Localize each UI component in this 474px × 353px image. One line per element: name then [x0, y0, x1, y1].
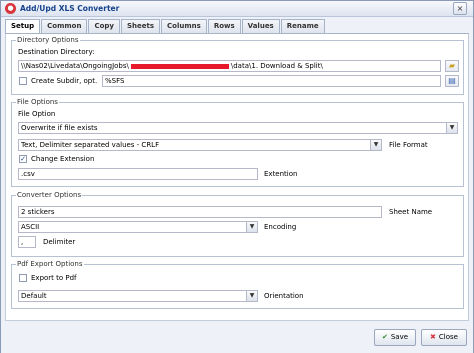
tab-setup[interactable]: Setup — [5, 19, 41, 34]
window-title: Add/Upd XLS Converter — [20, 4, 120, 13]
export-to-pdf-checkbox[interactable] — [19, 274, 27, 282]
change-extension-checkbox[interactable]: ✓ — [19, 155, 27, 163]
close-icon: ✖ — [430, 333, 436, 341]
file-format-select[interactable]: Text, Delimiter separated values - CRLF … — [18, 139, 382, 151]
chevron-down-icon[interactable]: ▼ — [370, 140, 381, 150]
tab-rename[interactable]: Rename — [280, 19, 325, 33]
pdf-export-options-legend: Pdf Export Options — [16, 260, 84, 268]
tab-sheets[interactable]: Sheets — [121, 19, 161, 33]
encoding-label: Encoding — [264, 223, 297, 231]
orientation-label: Orientation — [264, 292, 304, 300]
tab-common[interactable]: Common — [41, 19, 88, 33]
file-format-label: File Format — [389, 141, 428, 149]
destination-directory-label: Destination Directory: — [18, 48, 95, 56]
sheet-name-label: Sheet Name — [389, 208, 433, 216]
close-button[interactable]: ✖ Close — [421, 329, 467, 346]
chevron-down-icon[interactable]: ▼ — [246, 291, 257, 301]
destination-directory-input[interactable]: \\Nas02\Livedata\OngoingJobs\ \data\1. Do… — [18, 60, 441, 72]
file-option-value: Overwrite if file exists — [21, 124, 98, 132]
subdir-input[interactable]: %SFS — [102, 75, 441, 87]
change-extension-label: Change Extension — [31, 155, 95, 163]
tab-copy[interactable]: Copy — [88, 19, 120, 33]
converter-options-group: Converter Options 2 stickers Sheet Name … — [11, 191, 464, 257]
extension-input[interactable]: .csv — [18, 168, 258, 180]
checkmark-icon: ✔ — [381, 333, 388, 341]
file-options-legend: File Options — [16, 98, 59, 106]
close-button-label: Close — [438, 333, 458, 341]
encoding-select[interactable]: ASCII ▼ — [18, 221, 258, 233]
orientation-select[interactable]: Default ▼ — [18, 290, 258, 302]
tab-columns[interactable]: Columns — [161, 19, 207, 33]
save-button-label: Save — [390, 333, 409, 341]
tab-bar: Setup Common Copy Sheets Columns Rows Va… — [5, 19, 326, 34]
sheet-name-input[interactable]: 2 stickers — [18, 206, 382, 218]
app-logo-icon: ● — [5, 3, 16, 14]
destination-path-prefix: \\Nas02\Livedata\OngoingJobs\ — [21, 62, 129, 70]
file-options-group: File Options File Option Overwrite if fi… — [11, 98, 464, 187]
file-option-select[interactable]: Overwrite if file exists ▼ — [18, 122, 458, 134]
orientation-value: Default — [21, 292, 47, 300]
file-option-label: File Option — [18, 110, 56, 118]
field-picker-icon[interactable]: ▤ — [445, 75, 459, 87]
extension-label: Extention — [264, 170, 298, 178]
tab-values[interactable]: Values — [241, 19, 280, 33]
converter-options-legend: Converter Options — [16, 191, 83, 199]
redaction-mark — [130, 63, 229, 69]
save-button[interactable]: ✔ Save — [374, 329, 416, 346]
export-to-pdf-label: Export to Pdf — [31, 274, 77, 282]
directory-options-group: Directory Options Destination Directory:… — [11, 36, 464, 95]
destination-path-suffix: \data\1. Download & Split\ — [230, 62, 323, 70]
converter-window: ● Add/Upd XLS Converter × Setup Common C… — [0, 0, 474, 353]
window-close-icon[interactable]: × — [453, 2, 467, 15]
title-bar: ● Add/Upd XLS Converter × — [1, 1, 473, 17]
delimiter-label: Delimiter — [43, 238, 76, 246]
encoding-value: ASCII — [21, 223, 40, 231]
tab-rows[interactable]: Rows — [207, 19, 241, 33]
dialog-footer: ✔ Save ✖ Close — [1, 323, 473, 353]
delimiter-input[interactable]: , — [18, 236, 36, 248]
browse-folder-icon[interactable]: ▰ — [445, 60, 459, 72]
directory-options-legend: Directory Options — [16, 36, 80, 44]
pdf-export-options-group: Pdf Export Options Export to Pdf Default… — [11, 260, 464, 309]
create-subdir-label: Create Subdir, opt. — [31, 77, 98, 85]
file-format-value: Text, Delimiter separated values - CRLF — [21, 141, 160, 149]
create-subdir-checkbox[interactable] — [19, 77, 27, 85]
chevron-down-icon[interactable]: ▼ — [246, 222, 257, 232]
setup-panel: Directory Options Destination Directory:… — [5, 34, 469, 321]
chevron-down-icon[interactable]: ▼ — [446, 123, 457, 133]
